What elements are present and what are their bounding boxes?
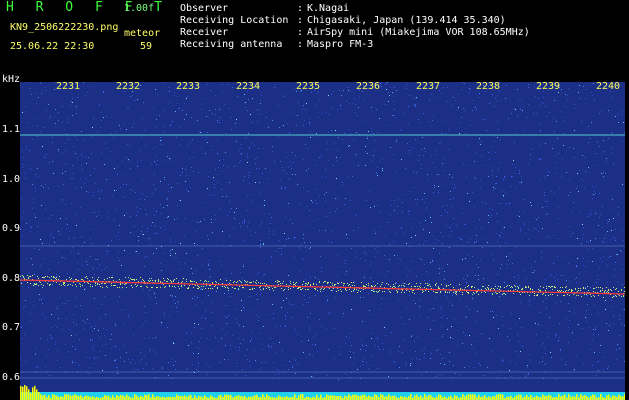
y-tick-label: 0.7	[2, 322, 21, 333]
spectrogram-plot	[20, 82, 625, 400]
info-key-antenna: Receiving antenna	[180, 39, 283, 50]
info-value-antenna: Maspro FM-3	[307, 39, 374, 50]
x-tick-label: 2235	[296, 81, 321, 92]
x-tick-label: 2231	[56, 81, 81, 92]
info-value-receiver: AirSpy mini (Miakejima VOR 108.65MHz)	[307, 27, 530, 38]
count-label: 59	[140, 41, 153, 52]
info-colon: :	[297, 27, 304, 38]
datetime-label: 25.06.22 22:30	[10, 41, 95, 52]
carrier-trace	[20, 279, 625, 295]
mode-label: meteor	[124, 28, 161, 39]
info-colon: :	[297, 39, 304, 50]
spectrogram-canvas	[20, 82, 625, 400]
y-tick-label: 0.8	[2, 273, 21, 284]
x-tick-label: 2236	[356, 81, 381, 92]
version-label: 1.00f	[124, 3, 155, 14]
info-value-observer: K.Nagai	[307, 3, 350, 14]
filename-label: KN9_2506222230.png	[10, 22, 119, 33]
info-key-receiver: Receiver	[180, 27, 229, 38]
y-tick-label: 0.6	[2, 372, 21, 383]
y-tick-label: 1.1	[2, 124, 21, 135]
info-colon: :	[297, 15, 304, 26]
x-tick-label: 2232	[116, 81, 141, 92]
x-tick-label: 2238	[476, 81, 501, 92]
x-tick-label: 2240	[596, 81, 621, 92]
info-key-location: Receiving Location	[180, 15, 289, 26]
y-axis-unit: kHz	[2, 74, 21, 85]
x-tick-label: 2233	[176, 81, 201, 92]
y-tick-label: 1.0	[2, 174, 21, 185]
x-tick-label: 2239	[536, 81, 561, 92]
y-tick-label: 0.9	[2, 223, 21, 234]
x-tick-label: 2237	[416, 81, 441, 92]
x-tick-label: 2234	[236, 81, 261, 92]
info-key-observer: Observer	[180, 3, 229, 14]
info-value-location: Chigasaki, Japan (139.414 35.340)	[307, 15, 506, 26]
info-colon: :	[297, 3, 304, 14]
